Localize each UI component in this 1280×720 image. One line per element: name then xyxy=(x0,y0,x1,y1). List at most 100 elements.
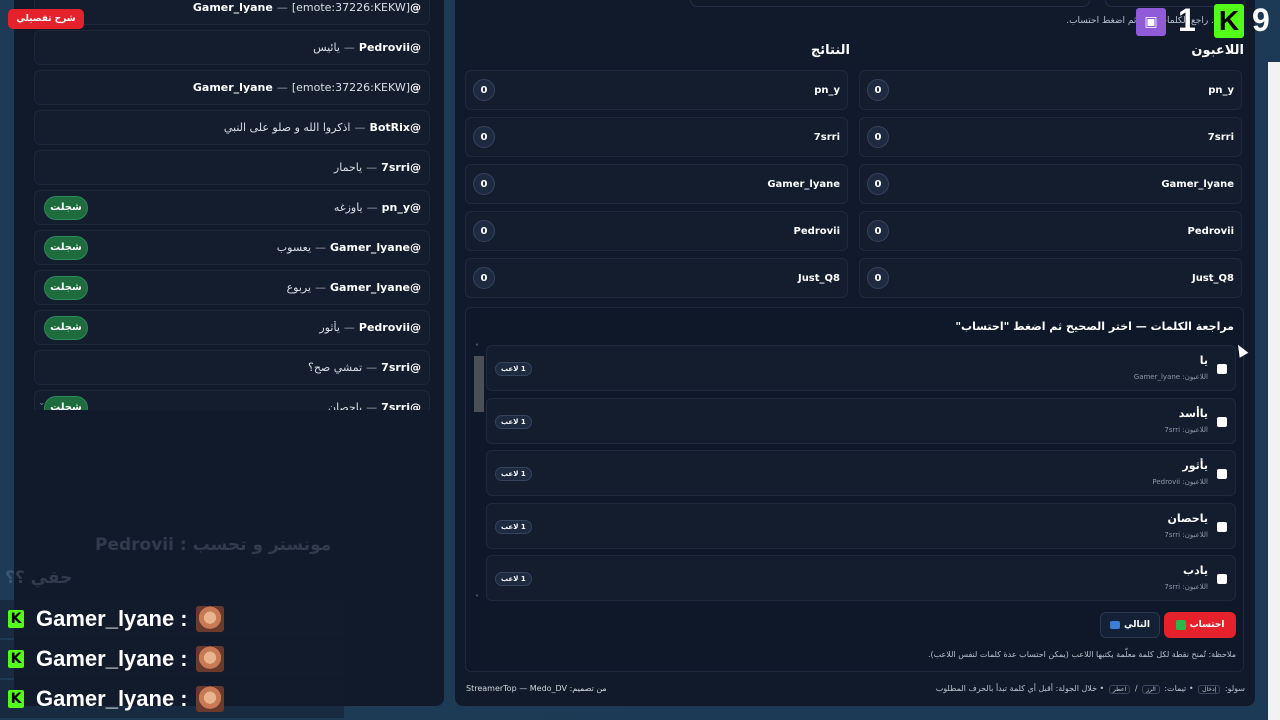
key-badge: اعطر xyxy=(1108,685,1131,694)
chat-message: @7srri—ياحصان xyxy=(96,401,421,410)
chat-row: @7srri—ياحمار xyxy=(34,150,430,185)
results-title: النتائج xyxy=(810,43,850,58)
chat-row: @7srri—تمشي صح؟ xyxy=(34,350,430,385)
score-badge: 0 xyxy=(473,267,495,289)
chat-message-text: يربوع xyxy=(286,281,312,294)
score-badge: 0 xyxy=(867,126,889,148)
chat-username: @Pedrovii xyxy=(358,321,421,334)
next-icon xyxy=(1110,621,1120,629)
chat-message-text: ياحصان xyxy=(327,401,363,410)
chat-separator: — xyxy=(343,321,355,334)
players-row: 0 Gamer_lyane xyxy=(859,164,1242,204)
results-row: 0 7srri xyxy=(465,117,848,157)
chat-message-text: تمشي صح؟ xyxy=(307,361,363,374)
word-players: اللاعبون: 7srri xyxy=(1164,583,1208,591)
word-row[interactable]: يا اللاعبون: Gamer_lyane 1 لاعب xyxy=(486,345,1236,391)
scroll-up-icon[interactable]: ˄ xyxy=(475,343,479,352)
kick-icon: K xyxy=(8,650,24,668)
chat-message-text: [emote:37226:KEKW] xyxy=(291,1,410,14)
shortcuts-label: • تيمات: xyxy=(1164,684,1194,693)
kick-chat-line: K Gamer_lyane : xyxy=(0,680,344,718)
chat-username: @7srri xyxy=(381,161,421,174)
chat-username: @BotRix xyxy=(369,121,421,134)
chat-message: @Gamer_lyane—يربوع xyxy=(96,281,421,294)
scroll-down-icon[interactable]: ˅ xyxy=(475,594,479,603)
scroll-thumb[interactable] xyxy=(474,356,484,412)
chat-row: @BotRix—اذكروا الله و صلو على النبي xyxy=(34,110,430,145)
word-checkbox[interactable] xyxy=(1217,469,1227,479)
kick-username: Gamer_lyane : xyxy=(36,686,188,711)
saved-button[interactable]: شجلت xyxy=(44,315,88,340)
chat-message: @7srri—تمشي صح؟ xyxy=(44,361,421,374)
page-scrollbar[interactable] xyxy=(1268,62,1280,720)
saved-button[interactable]: شجلت xyxy=(44,275,88,300)
saved-button[interactable]: شجلت xyxy=(44,235,88,260)
kick-stat: 9 xyxy=(1252,2,1270,38)
player-name: Pedrovii xyxy=(1187,225,1234,237)
word-players: اللاعبون: 7srri xyxy=(1164,530,1208,539)
word-checkbox[interactable] xyxy=(1217,364,1227,374)
word-row[interactable]: يادب اللاعبون: 7srri 1 لاعب xyxy=(486,555,1236,601)
word-text: يادب xyxy=(1183,564,1208,577)
next-button[interactable]: التالي xyxy=(1100,612,1160,638)
results-row: 0 Just_Q8 xyxy=(465,258,848,298)
review-title: مراجعة الكلمات — اختر الصحيح ثم اضغط "اح… xyxy=(955,320,1234,333)
players-title: اللاعبون xyxy=(1191,43,1244,58)
calculate-label: احتساب xyxy=(1189,620,1225,630)
score-badge: 0 xyxy=(473,220,495,242)
chat-separator: — xyxy=(276,1,288,14)
chat-separator: — xyxy=(343,41,355,54)
kick-chat-line: K Gamer_lyane : xyxy=(0,600,344,638)
chat-row: @Pedrovii—يائيس xyxy=(34,30,430,65)
chat-separator: — xyxy=(366,401,378,410)
chat-separator: — xyxy=(315,241,327,254)
saved-button[interactable]: شجلت xyxy=(44,195,88,220)
kick-icon: K xyxy=(8,690,24,708)
chat-separator: — xyxy=(276,81,288,94)
players-row: 0 7srri xyxy=(859,117,1242,157)
chat-message-text: [emote:37226:KEKW] xyxy=(291,81,410,94)
chat-separator: — xyxy=(366,201,378,214)
emote-image xyxy=(195,606,224,632)
explain-button[interactable]: شرح تفصيلي xyxy=(8,9,84,29)
word-row[interactable]: يأثور اللاعبون: Pedrovii 1 لاعب xyxy=(486,450,1236,496)
word-row[interactable]: ياحصان اللاعبون: 7srri 1 لاعب xyxy=(486,502,1236,549)
player-name: 7srri xyxy=(813,131,840,143)
scoring-note: ملاحظة: تُمنح نقطة لكل كلمة معلّمة يكتبه… xyxy=(927,650,1236,659)
kick-username: Gamer_lyane : xyxy=(36,606,188,631)
score-badge: 0 xyxy=(473,126,495,148)
word-list: يا اللاعبون: Gamer_lyane 1 لاعب ياأسد اللاعب… xyxy=(486,345,1236,603)
chat-list[interactable]: @Gamer_lyane— [emote:37226:KEKW] @Pedrovii… xyxy=(34,0,446,410)
emote-image xyxy=(195,686,224,712)
chat-row: شجلت @Gamer_lyane—يربوع xyxy=(34,270,430,305)
footer-shortcuts: سولو: إدخال • تيمات: الرز / اعطر • خلال … xyxy=(935,684,1245,694)
top-input-field[interactable] xyxy=(690,0,1090,7)
review-scrollbar[interactable]: ˄ ˅ xyxy=(474,343,484,603)
calculate-button[interactable]: احتساب xyxy=(1164,612,1236,638)
chat-separator: — xyxy=(366,161,378,174)
player-name: pn_y xyxy=(814,84,840,96)
score-badge: 0 xyxy=(473,79,495,101)
player-name: Just_Q8 xyxy=(797,272,840,284)
chat-message-text: يعسوب xyxy=(276,241,312,254)
chat-message-text: ياوزغه xyxy=(333,201,363,214)
chat-message: @7srri—ياحمار xyxy=(44,161,421,174)
word-row[interactable]: ياأسد اللاعبون: 7srri 1 لاعب xyxy=(486,397,1236,444)
score-badge: 0 xyxy=(867,173,889,195)
word-checkbox[interactable] xyxy=(1217,416,1227,427)
kick-username: Gamer_lyane : xyxy=(36,646,188,671)
chat-message: @BotRix—اذكروا الله و صلو على النبي xyxy=(44,121,421,134)
chevron-down-icon[interactable]: ⌄ xyxy=(38,398,48,408)
results-row: 0 Pedrovii xyxy=(465,211,848,251)
chat-username: @7srri xyxy=(381,361,421,374)
chat-message: @Gamer_lyane— [emote:37226:KEKW] xyxy=(44,1,421,14)
saved-button[interactable]: شجلت xyxy=(44,395,88,410)
word-players: اللاعبون: Gamer_lyane xyxy=(1133,373,1208,381)
player-name: Gamer_lyane xyxy=(767,178,840,190)
word-checkbox[interactable] xyxy=(1217,521,1227,532)
chat-message: @Pedrovii—يأثور xyxy=(96,321,421,334)
word-text: يأثور xyxy=(1182,459,1208,472)
chat-username: @pn_y xyxy=(381,201,421,214)
chat-separator: — xyxy=(366,361,378,374)
word-checkbox[interactable] xyxy=(1217,574,1227,584)
